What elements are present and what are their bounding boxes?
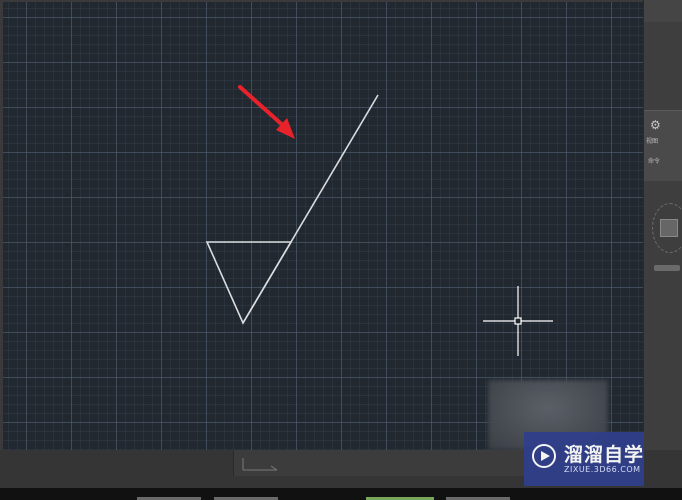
panel-label-bottom: 命令 xyxy=(648,158,661,165)
nav-wheel-bar[interactable] xyxy=(654,265,680,271)
watermark-title: 溜溜自学 xyxy=(564,444,645,466)
crosshair-cursor-icon xyxy=(483,286,553,356)
red-arrow-icon xyxy=(238,85,295,139)
gear-icon[interactable]: ⚙ xyxy=(650,118,664,132)
panel-label-top: 视图 xyxy=(646,138,659,145)
steering-wheel-icon[interactable] xyxy=(648,195,682,271)
panel-topbar xyxy=(644,0,682,22)
status-bar xyxy=(0,488,682,500)
watermark-subtitle: ZIXUE.3D66.COM xyxy=(564,465,641,474)
triangle-shape[interactable] xyxy=(205,241,293,325)
play-circle-icon xyxy=(532,444,556,468)
watermark: 溜溜自学 ZIXUE.3D66.COM xyxy=(524,432,644,486)
drawing-canvas[interactable] xyxy=(3,2,643,450)
cad-application: ⚙ 视图 命令 溜溜自学 ZIXUE.3D66.COM xyxy=(0,0,682,500)
ucs-axis-icon xyxy=(242,458,278,471)
nav-wheel-center[interactable] xyxy=(660,219,678,237)
